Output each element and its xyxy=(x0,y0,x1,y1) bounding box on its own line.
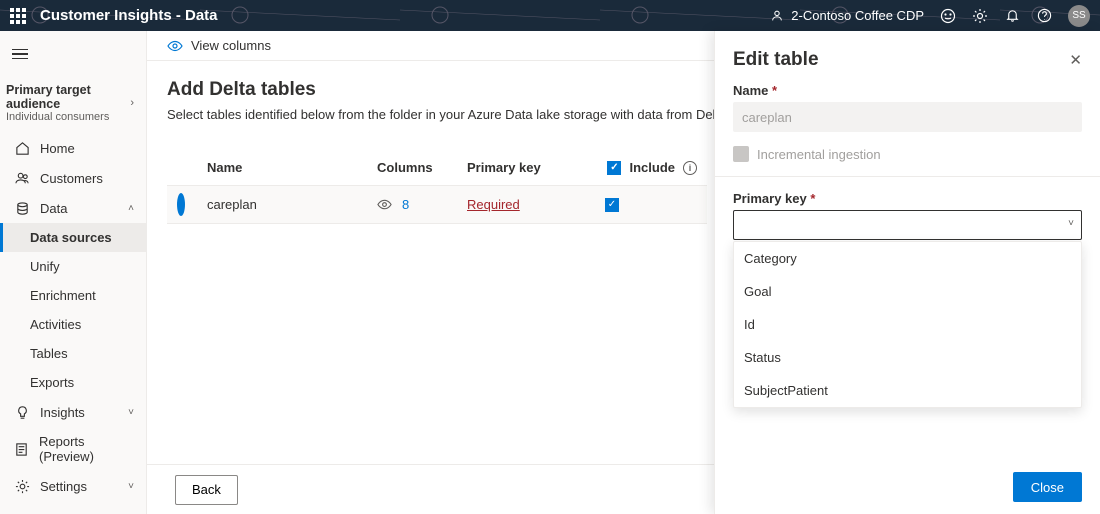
reports-icon xyxy=(14,441,29,457)
nav-enrichment[interactable]: Enrichment xyxy=(0,281,146,310)
col-header-name: Name xyxy=(207,160,377,175)
avatar[interactable]: SS xyxy=(1068,5,1090,27)
nav-label: Settings xyxy=(40,479,87,494)
dropdown-option[interactable]: Id xyxy=(734,308,1081,341)
nav-exports[interactable]: Exports xyxy=(0,368,146,397)
divider xyxy=(715,176,1100,177)
view-columns-button[interactable]: View columns xyxy=(191,38,271,53)
eye-icon xyxy=(167,38,183,54)
nav-label: Home xyxy=(40,141,75,156)
nav-settings[interactable]: Settings ˅ xyxy=(0,471,146,501)
nav-label: Tables xyxy=(30,346,68,361)
eye-icon[interactable] xyxy=(377,197,392,212)
nav-data[interactable]: Data ˄ xyxy=(0,193,146,223)
edit-table-panel: Edit table ✕ Name * Incremental ingestio… xyxy=(714,31,1100,514)
top-bar: Customer Insights - Data 2-Contoso Coffe… xyxy=(0,0,1100,31)
environment-picker[interactable]: 2-Contoso Coffee CDP xyxy=(769,8,924,24)
table-header-row: Name Columns Primary key ✓ Include i xyxy=(167,150,707,186)
chevron-down-icon: ˅ xyxy=(128,407,134,418)
info-icon[interactable]: i xyxy=(683,161,697,175)
close-button[interactable]: Close xyxy=(1013,472,1082,502)
nav-customers[interactable]: Customers xyxy=(0,163,146,193)
nav-label: Reports (Preview) xyxy=(39,434,134,464)
include-all-checkbox[interactable]: ✓ xyxy=(607,161,621,175)
bell-icon[interactable] xyxy=(1004,8,1020,24)
chevron-down-icon: ˅ xyxy=(128,481,134,492)
environment-name: 2-Contoso Coffee CDP xyxy=(791,8,924,23)
primary-key-input[interactable] xyxy=(733,210,1082,240)
app-title: Customer Insights - Data xyxy=(40,7,218,24)
primary-key-combobox[interactable]: ˅ Category Goal Id Status SubjectPatient xyxy=(733,210,1082,240)
row-name: careplan xyxy=(207,197,377,212)
col-header-columns: Columns xyxy=(377,160,467,175)
hamburger-icon[interactable] xyxy=(12,49,28,60)
nav-home[interactable]: Home xyxy=(0,133,146,163)
col-header-include: Include xyxy=(629,160,675,175)
panel-title: Edit table xyxy=(733,49,819,71)
name-label: Name * xyxy=(733,83,1082,98)
dropdown-option[interactable]: SubjectPatient xyxy=(734,374,1081,407)
environment-icon xyxy=(769,8,785,24)
customers-icon xyxy=(14,170,30,186)
back-button[interactable]: Back xyxy=(175,475,238,505)
primary-key-dropdown: Category Goal Id Status SubjectPatient xyxy=(733,241,1082,408)
home-icon xyxy=(14,140,30,156)
insights-icon xyxy=(14,404,30,420)
incremental-checkbox-row: Incremental ingestion xyxy=(733,146,1082,162)
gear-icon xyxy=(14,478,30,494)
nav-unify[interactable]: Unify xyxy=(0,252,146,281)
audience-title: Primary target audience xyxy=(6,83,130,111)
nav-label: Enrichment xyxy=(30,288,96,303)
row-include-checkbox[interactable]: ✓ xyxy=(605,198,619,212)
row-columns-link[interactable]: 8 xyxy=(402,197,409,212)
incremental-checkbox xyxy=(733,146,749,162)
chevron-up-icon: ˄ xyxy=(128,203,134,214)
gear-icon[interactable] xyxy=(972,8,988,24)
nav-label: Unify xyxy=(30,259,60,274)
incremental-label: Incremental ingestion xyxy=(757,147,881,162)
sidebar: Primary target audience Individual consu… xyxy=(0,31,147,514)
row-primary-key-link[interactable]: Required xyxy=(467,197,520,212)
nav-tables[interactable]: Tables xyxy=(0,339,146,368)
nav-label: Customers xyxy=(40,171,103,186)
nav-label: Data sources xyxy=(30,230,112,245)
dropdown-option[interactable]: Goal xyxy=(734,275,1081,308)
data-icon xyxy=(14,200,30,216)
primary-key-label: Primary key * xyxy=(733,191,1082,206)
nav-label: Exports xyxy=(30,375,74,390)
row-radio[interactable] xyxy=(177,193,185,216)
nav-reports[interactable]: Reports (Preview) xyxy=(0,427,146,471)
audience-selector[interactable]: Primary target audience Individual consu… xyxy=(0,77,146,133)
audience-subtitle: Individual consumers xyxy=(6,111,130,123)
nav-label: Activities xyxy=(30,317,81,332)
nav-activities[interactable]: Activities xyxy=(0,310,146,339)
col-header-primary-key: Primary key xyxy=(467,160,587,175)
nav-insights[interactable]: Insights ˅ xyxy=(0,397,146,427)
close-icon[interactable]: ✕ xyxy=(1069,51,1082,69)
nav-label: Insights xyxy=(40,405,85,420)
dropdown-option[interactable]: Category xyxy=(734,242,1081,275)
tables-grid: Name Columns Primary key ✓ Include i car… xyxy=(167,150,707,224)
main-content: View columns Add Delta tables Select tab… xyxy=(147,31,1100,514)
table-row[interactable]: careplan 8 Required ✓ xyxy=(167,186,707,224)
help-icon[interactable] xyxy=(1036,8,1052,24)
chevron-right-icon: › xyxy=(130,97,134,109)
dropdown-option[interactable]: Status xyxy=(734,341,1081,374)
nav-label: Data xyxy=(40,201,67,216)
smiley-icon[interactable] xyxy=(940,8,956,24)
nav-data-sources[interactable]: Data sources xyxy=(0,223,146,252)
name-input xyxy=(733,102,1082,132)
app-launcher-icon[interactable] xyxy=(10,8,26,24)
